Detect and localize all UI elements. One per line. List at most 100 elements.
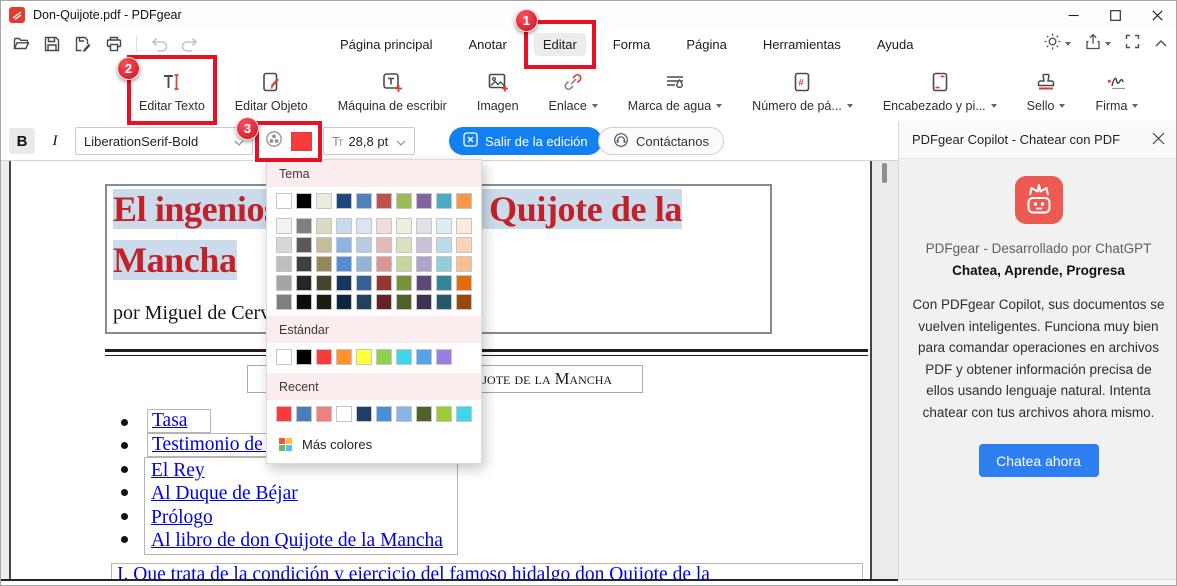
- color-swatch[interactable]: [396, 193, 412, 209]
- color-swatch[interactable]: [356, 218, 372, 234]
- fullscreen-button[interactable]: [1124, 33, 1141, 55]
- color-swatch[interactable]: [436, 294, 452, 310]
- color-swatch[interactable]: [316, 237, 332, 253]
- color-swatch[interactable]: [276, 218, 292, 234]
- color-swatch[interactable]: [396, 406, 412, 422]
- ribbon-tool-maquina-de-escribir[interactable]: Máquina de escribir: [334, 59, 451, 121]
- menu-tab-herramientas[interactable]: Herramientas: [754, 33, 850, 56]
- ribbon-tool-editar-texto[interactable]: Editar Texto2: [135, 59, 209, 121]
- selected-color-swatch[interactable]: [291, 132, 312, 151]
- color-swatch[interactable]: [316, 294, 332, 310]
- color-swatch[interactable]: [456, 406, 472, 422]
- color-swatch[interactable]: [336, 275, 352, 291]
- color-swatch[interactable]: [376, 275, 392, 291]
- color-swatch[interactable]: [436, 237, 452, 253]
- color-swatch[interactable]: [376, 218, 392, 234]
- collapse-toolbar-button[interactable]: [1154, 35, 1168, 53]
- color-swatch[interactable]: [316, 275, 332, 291]
- share-button[interactable]: [1084, 33, 1111, 56]
- color-swatch[interactable]: [436, 275, 452, 291]
- color-swatch[interactable]: [396, 349, 412, 365]
- more-colors-item[interactable]: Más colores: [267, 430, 481, 463]
- color-swatch[interactable]: [396, 275, 412, 291]
- ribbon-tool-numero-de-pa[interactable]: #Número de pá...: [748, 59, 857, 121]
- contact-button[interactable]: Contáctanos: [598, 127, 724, 155]
- color-swatch[interactable]: [376, 193, 392, 209]
- color-swatch[interactable]: [436, 406, 452, 422]
- color-swatch[interactable]: [296, 256, 312, 272]
- color-swatch[interactable]: [296, 218, 312, 234]
- ribbon-tool-firma[interactable]: Firma: [1091, 59, 1142, 121]
- color-swatch[interactable]: [376, 406, 392, 422]
- color-swatch[interactable]: [336, 237, 352, 253]
- color-swatch[interactable]: [376, 256, 392, 272]
- color-swatch[interactable]: [296, 275, 312, 291]
- color-swatch[interactable]: [416, 256, 432, 272]
- ribbon-tool-editar-objeto[interactable]: Editar Objeto: [231, 59, 312, 121]
- bold-button[interactable]: B: [9, 128, 35, 154]
- color-swatch[interactable]: [456, 256, 472, 272]
- print-icon[interactable]: [102, 32, 126, 56]
- color-swatch[interactable]: [436, 349, 452, 365]
- color-swatch[interactable]: [296, 193, 312, 209]
- color-swatch[interactable]: [356, 275, 372, 291]
- color-swatch[interactable]: [276, 193, 292, 209]
- color-swatch[interactable]: [416, 237, 432, 253]
- color-swatch[interactable]: [276, 349, 292, 365]
- toc-link[interactable]: Tasa: [152, 410, 187, 431]
- color-swatch[interactable]: [416, 349, 432, 365]
- maximize-icon[interactable]: [1094, 1, 1136, 29]
- color-swatch[interactable]: [296, 294, 312, 310]
- font-color-picker[interactable]: 3: [264, 129, 312, 153]
- toc-link-box[interactable]: El ReyAl Duque de BéjarPrólogoAl libro d…: [144, 457, 458, 555]
- color-swatch[interactable]: [376, 349, 392, 365]
- color-swatch[interactable]: [396, 256, 412, 272]
- toc-link-box[interactable]: Tasa: [147, 409, 211, 433]
- color-swatch[interactable]: [456, 237, 472, 253]
- color-swatch[interactable]: [276, 237, 292, 253]
- color-swatch[interactable]: [416, 218, 432, 234]
- ribbon-tool-imagen[interactable]: Imagen: [473, 59, 523, 121]
- color-swatch[interactable]: [356, 193, 372, 209]
- vertical-scrollbar[interactable]: [882, 163, 887, 183]
- color-swatch[interactable]: [336, 256, 352, 272]
- ribbon-tool-enlace[interactable]: Enlace: [545, 59, 602, 121]
- color-swatch[interactable]: [316, 218, 332, 234]
- color-swatch[interactable]: [296, 349, 312, 365]
- color-swatch[interactable]: [456, 275, 472, 291]
- color-swatch[interactable]: [356, 406, 372, 422]
- close-icon[interactable]: [1152, 132, 1165, 148]
- color-swatch[interactable]: [396, 218, 412, 234]
- color-swatch[interactable]: [336, 349, 352, 365]
- ribbon-tool-sello[interactable]: Sello: [1023, 59, 1070, 121]
- color-swatch[interactable]: [356, 256, 372, 272]
- color-swatch[interactable]: [436, 256, 452, 272]
- color-swatch[interactable]: [336, 193, 352, 209]
- color-swatch[interactable]: [336, 406, 352, 422]
- menu-tab-forma[interactable]: Forma: [604, 33, 660, 56]
- menu-tab-anotar[interactable]: Anotar: [460, 33, 516, 56]
- chat-now-button[interactable]: Chatea ahora: [979, 444, 1099, 477]
- color-swatch[interactable]: [376, 294, 392, 310]
- color-swatch[interactable]: [296, 237, 312, 253]
- menu-tab-editar[interactable]: Editar1: [534, 33, 586, 56]
- redo-icon[interactable]: [178, 32, 202, 56]
- color-swatch[interactable]: [436, 193, 452, 209]
- color-swatch[interactable]: [296, 406, 312, 422]
- font-size-select[interactable]: TT 28,8 pt: [323, 127, 415, 155]
- color-swatch[interactable]: [276, 256, 292, 272]
- color-swatch[interactable]: [356, 294, 372, 310]
- color-swatch[interactable]: [316, 406, 332, 422]
- toc-link[interactable]: Al libro de don Quijote de la Mancha: [151, 530, 443, 552]
- toc-link[interactable]: Al Duque de Béjar: [151, 483, 298, 505]
- color-swatch[interactable]: [276, 406, 292, 422]
- menu-tab-pagina[interactable]: Página: [677, 33, 735, 56]
- color-swatch[interactable]: [356, 349, 372, 365]
- color-swatch[interactable]: [416, 193, 432, 209]
- close-icon[interactable]: [1136, 1, 1177, 29]
- color-swatch[interactable]: [316, 349, 332, 365]
- color-swatch[interactable]: [436, 218, 452, 234]
- color-swatch[interactable]: [376, 237, 392, 253]
- color-swatch[interactable]: [276, 294, 292, 310]
- menu-tab-ayuda[interactable]: Ayuda: [868, 33, 923, 56]
